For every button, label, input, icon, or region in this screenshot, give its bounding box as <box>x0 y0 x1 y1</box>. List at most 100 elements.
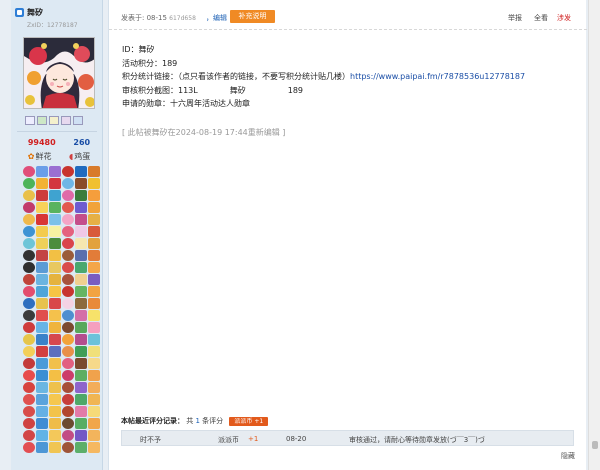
medal-icon[interactable] <box>23 286 35 297</box>
medal-icon[interactable] <box>36 382 48 393</box>
medal-icon[interactable] <box>23 406 35 417</box>
medal-icon[interactable] <box>23 166 35 177</box>
medal-icon[interactable] <box>23 298 35 309</box>
medal-icon[interactable] <box>36 346 48 357</box>
medal-icon[interactable] <box>62 238 74 249</box>
medal-icon[interactable] <box>62 190 74 201</box>
medal-icon[interactable] <box>62 346 74 357</box>
medal-icon[interactable] <box>36 298 48 309</box>
medal-icon[interactable] <box>36 418 48 429</box>
medal-icon[interactable] <box>88 286 100 297</box>
avatar[interactable] <box>23 37 95 109</box>
medal-icon[interactable] <box>62 202 74 213</box>
report-link[interactable]: 举报 <box>508 13 522 23</box>
medal-icon[interactable] <box>23 430 35 441</box>
medal-icon[interactable] <box>88 262 100 273</box>
medal-icon[interactable] <box>49 238 61 249</box>
medal-icon[interactable] <box>36 202 48 213</box>
medal-icon[interactable] <box>75 226 87 237</box>
medal-icon[interactable] <box>62 214 74 225</box>
medal-icon[interactable] <box>36 214 48 225</box>
hide-link[interactable]: 隐藏 <box>561 451 575 461</box>
medal-icon[interactable] <box>62 166 74 177</box>
scrollbar[interactable] <box>588 0 600 470</box>
medal-icon[interactable] <box>23 226 35 237</box>
medal-icon[interactable] <box>62 226 74 237</box>
medal-icon[interactable] <box>75 202 87 213</box>
user-name[interactable]: 舞矽 <box>27 7 78 18</box>
add-friend-icon[interactable] <box>37 116 47 125</box>
medal-icon[interactable] <box>75 406 87 417</box>
medal-icon[interactable] <box>36 190 48 201</box>
medal-icon[interactable] <box>49 334 61 345</box>
shop-link[interactable]: 涉发 <box>557 13 571 23</box>
medal-icon[interactable] <box>75 166 87 177</box>
medal-icon[interactable] <box>88 250 100 261</box>
medal-icon[interactable] <box>75 178 87 189</box>
medal-icon[interactable] <box>62 406 74 417</box>
medal-icon[interactable] <box>23 262 35 273</box>
medal-icon[interactable] <box>62 286 74 297</box>
medal-icon[interactable] <box>36 274 48 285</box>
medal-icon[interactable] <box>49 310 61 321</box>
medal-icon[interactable] <box>62 430 74 441</box>
medal-icon[interactable] <box>36 286 48 297</box>
scrollbar-thumb[interactable] <box>592 441 598 449</box>
medal-icon[interactable] <box>62 322 74 333</box>
medal-icon[interactable] <box>75 298 87 309</box>
medal-icon[interactable] <box>75 250 87 261</box>
medal-icon[interactable] <box>75 238 87 249</box>
medal-icon[interactable] <box>23 442 35 453</box>
medal-icon[interactable] <box>49 190 61 201</box>
medal-icon[interactable] <box>62 334 74 345</box>
medal-icon[interactable] <box>36 442 48 453</box>
medal-icon[interactable] <box>88 430 100 441</box>
medal-icon[interactable] <box>36 334 48 345</box>
supplement-button[interactable]: 补充说明 <box>230 10 275 23</box>
medal-icon[interactable] <box>88 178 100 189</box>
medal-icon[interactable] <box>36 226 48 237</box>
medal-icon[interactable] <box>62 394 74 405</box>
medal-icon[interactable] <box>49 262 61 273</box>
medal-icon[interactable] <box>49 202 61 213</box>
medal-icon[interactable] <box>36 310 48 321</box>
medal-icon[interactable] <box>49 226 61 237</box>
medal-icon[interactable] <box>88 202 100 213</box>
medal-icon[interactable] <box>36 370 48 381</box>
medal-icon[interactable] <box>23 322 35 333</box>
medal-icon[interactable] <box>23 394 35 405</box>
medal-icon[interactable] <box>49 214 61 225</box>
profile-icon[interactable] <box>49 116 59 125</box>
medal-icon[interactable] <box>75 334 87 345</box>
medal-icon[interactable] <box>62 418 74 429</box>
medal-icon[interactable] <box>62 442 74 453</box>
medal-icon[interactable] <box>23 202 35 213</box>
medal-icon[interactable] <box>23 214 35 225</box>
medal-icon[interactable] <box>75 286 87 297</box>
medal-icon[interactable] <box>23 418 35 429</box>
medal-icon[interactable] <box>75 262 87 273</box>
medal-icon[interactable] <box>88 166 100 177</box>
medal-icon[interactable] <box>23 334 35 345</box>
medal-icon[interactable] <box>49 370 61 381</box>
medal-icon[interactable] <box>75 274 87 285</box>
medal-icon[interactable] <box>49 286 61 297</box>
medal-icon[interactable] <box>49 322 61 333</box>
medal-icon[interactable] <box>62 262 74 273</box>
medal-icon[interactable] <box>75 346 87 357</box>
medal-icon[interactable] <box>88 418 100 429</box>
medal-icon[interactable] <box>88 322 100 333</box>
medal-icon[interactable] <box>23 238 35 249</box>
medal-icon[interactable] <box>88 226 100 237</box>
medal-icon[interactable] <box>49 430 61 441</box>
medal-icon[interactable] <box>75 190 87 201</box>
medal-icon[interactable] <box>49 274 61 285</box>
medal-icon[interactable] <box>36 322 48 333</box>
medal-icon[interactable] <box>49 406 61 417</box>
medal-icon[interactable] <box>49 298 61 309</box>
blog-icon[interactable] <box>73 116 83 125</box>
medal-icon[interactable] <box>88 214 100 225</box>
medal-icon[interactable] <box>49 394 61 405</box>
eggs-button[interactable]: ◖鸡蛋 <box>69 151 90 162</box>
medal-icon[interactable] <box>36 394 48 405</box>
